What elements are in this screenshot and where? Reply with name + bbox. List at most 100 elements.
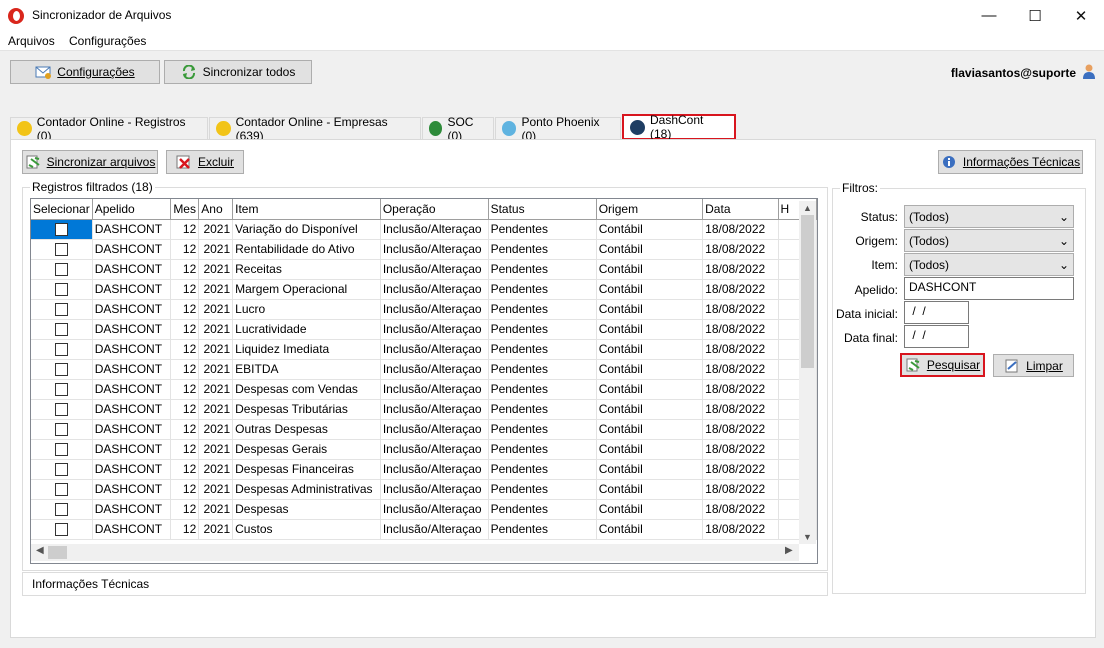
user-icon [1083,64,1095,79]
minimize-button[interactable]: — [966,0,1012,31]
table-row[interactable]: DASHCONT 12 2021 Variação do Disponível Incl… [31,219,817,240]
configuracoes-button[interactable]: Configurações [10,60,160,84]
tab-contador-registros[interactable]: Contador Online - Registros (0) [10,115,208,143]
select-cell[interactable] [31,419,93,440]
row-checkbox[interactable] [54,263,68,277]
menu-arquivos[interactable]: Arquivos [8,34,55,48]
row-checkbox[interactable] [54,223,68,237]
excluir-button[interactable]: Excluir [166,150,244,174]
data-final-input[interactable]: / / [904,325,969,348]
table-row[interactable]: DASHCONT 12 2021 Lucro Inclusão/Alteraçao Pen… [31,299,817,320]
table-row[interactable]: DASHCONT 12 2021 Despesas Administrativas In… [31,479,817,500]
row-checkbox[interactable] [54,463,68,477]
row-checkbox[interactable] [54,503,68,517]
maximize-button[interactable]: ☐ [1012,0,1058,31]
origem-select[interactable]: (Todos) ⌄ [904,229,1074,252]
table-row[interactable]: DASHCONT 12 2021 Rentabilidade do Ativo Incl… [31,239,817,260]
scroll-left-icon[interactable]: ◀ [36,545,44,556]
row-checkbox[interactable] [54,483,68,497]
apelido-cell: DASHCONT [92,459,172,480]
ano-cell: 2021 [198,399,234,420]
col-origem[interactable]: Origem [596,199,704,220]
tab-soc[interactable]: SOC (0) [422,115,494,143]
table-row[interactable]: DASHCONT 12 2021 Liquidez Imediata Inclusão/… [31,339,817,360]
data-cell: 18/08/2022 [702,219,779,240]
col-status[interactable]: Status [488,199,597,220]
table-row[interactable]: DASHCONT 12 2021 Margem Operacional Inclusão… [31,279,817,300]
select-cell[interactable] [31,479,93,500]
col-ano[interactable]: Ano [198,199,234,220]
select-cell[interactable] [31,339,93,360]
status-select[interactable]: (Todos) ⌄ [904,205,1074,228]
data-cell: 18/08/2022 [702,319,779,340]
select-cell[interactable] [31,399,93,420]
horizontal-scroll-thumb[interactable] [48,546,67,559]
row-checkbox[interactable] [54,363,68,377]
tab-contador-empresas[interactable]: Contador Online - Empresas (639) [209,115,421,143]
origem-cell: Contábil [596,319,704,340]
limpar-button[interactable]: Limpar [993,354,1074,377]
select-cell[interactable] [31,519,93,540]
table-row[interactable]: DASHCONT 12 2021 Despesas com Vendas Inclusã… [31,379,817,400]
item-select[interactable]: (Todos) ⌄ [904,253,1074,276]
table-row[interactable]: DASHCONT 12 2021 Despesas Inclusão/Alteraçao… [31,499,817,520]
status-cell: Pendentes [488,379,597,400]
menu-configuracoes[interactable]: Configurações [69,34,146,48]
row-checkbox[interactable] [54,323,68,337]
apelido-input[interactable]: DASHCONT [904,277,1074,300]
table-row[interactable]: DASHCONT 12 2021 Custos Inclusão/Alteraçao Pe… [31,519,817,540]
select-cell[interactable] [31,459,93,480]
select-cell[interactable] [31,259,93,280]
table-row[interactable]: DASHCONT 12 2021 Despesas Tributárias Inclus… [31,399,817,420]
close-button[interactable]: ✕ [1058,0,1104,31]
select-cell[interactable] [31,219,93,240]
col-apelido[interactable]: Apelido [92,199,172,220]
row-checkbox[interactable] [54,443,68,457]
row-checkbox[interactable] [54,403,68,417]
scroll-right-icon[interactable]: ▶ [785,545,793,556]
origem-cell: Contábil [596,499,704,520]
chevron-down-icon: ⌄ [1058,233,1069,248]
scroll-up-icon[interactable]: ▲ [803,203,812,213]
row-checkbox[interactable] [54,343,68,357]
row-checkbox[interactable] [54,283,68,297]
scroll-down-icon[interactable]: ▼ [803,532,812,542]
table-row[interactable]: DASHCONT 12 2021 Despesas Financeiras Inclus… [31,459,817,480]
ano-cell: 2021 [198,239,234,260]
tab-ponto-phoenix[interactable]: Ponto Phoenix (0) [495,115,621,143]
horizontal-scrollbar[interactable] [31,544,799,561]
mes-cell: 12 [170,299,200,320]
select-cell[interactable] [31,439,93,460]
row-checkbox[interactable] [54,523,68,537]
tab-dashcont[interactable]: DashCont (18) [622,113,736,141]
pesquisar-button[interactable]: Pesquisar [900,353,985,377]
sincronizar-todos-button[interactable]: Sincronizar todos [164,60,312,84]
sincronizar-arquivos-button[interactable]: Sincronizar arquivos [22,150,158,174]
table-row[interactable]: DASHCONT 12 2021 EBITDA Inclusão/Alteraçao Pe… [31,359,817,380]
col-mes[interactable]: Mes [170,199,200,220]
select-cell[interactable] [31,499,93,520]
table-row[interactable]: DASHCONT 12 2021 Receitas Inclusão/Alteraçao… [31,259,817,280]
select-cell[interactable] [31,299,93,320]
table-row[interactable]: DASHCONT 12 2021 Outras Despesas Inclusão/Al… [31,419,817,440]
select-cell[interactable] [31,359,93,380]
col-data[interactable]: Data [702,199,779,220]
select-cell[interactable] [31,279,93,300]
data-inicial-input[interactable]: / / [904,301,969,324]
col-selecionar[interactable]: Selecionar [31,199,93,220]
select-cell[interactable] [31,379,93,400]
row-checkbox[interactable] [54,303,68,317]
item-label: Item: [871,258,898,272]
row-checkbox[interactable] [54,383,68,397]
vertical-scroll-thumb[interactable] [801,215,814,368]
row-checkbox[interactable] [54,423,68,437]
table-row[interactable]: DASHCONT 12 2021 Lucratividade Inclusão/Alte… [31,319,817,340]
row-checkbox[interactable] [54,243,68,257]
col-operacao[interactable]: Operação [380,199,489,220]
select-cell[interactable] [31,319,93,340]
table-row[interactable]: DASHCONT 12 2021 Despesas Gerais Inclusão/Al… [31,439,817,460]
informacoes-tecnicas-button[interactable]: Informações Técnicas [938,150,1083,174]
select-cell[interactable] [31,239,93,260]
col-item[interactable]: Item [232,199,381,220]
item-cell: Lucro [232,299,381,320]
